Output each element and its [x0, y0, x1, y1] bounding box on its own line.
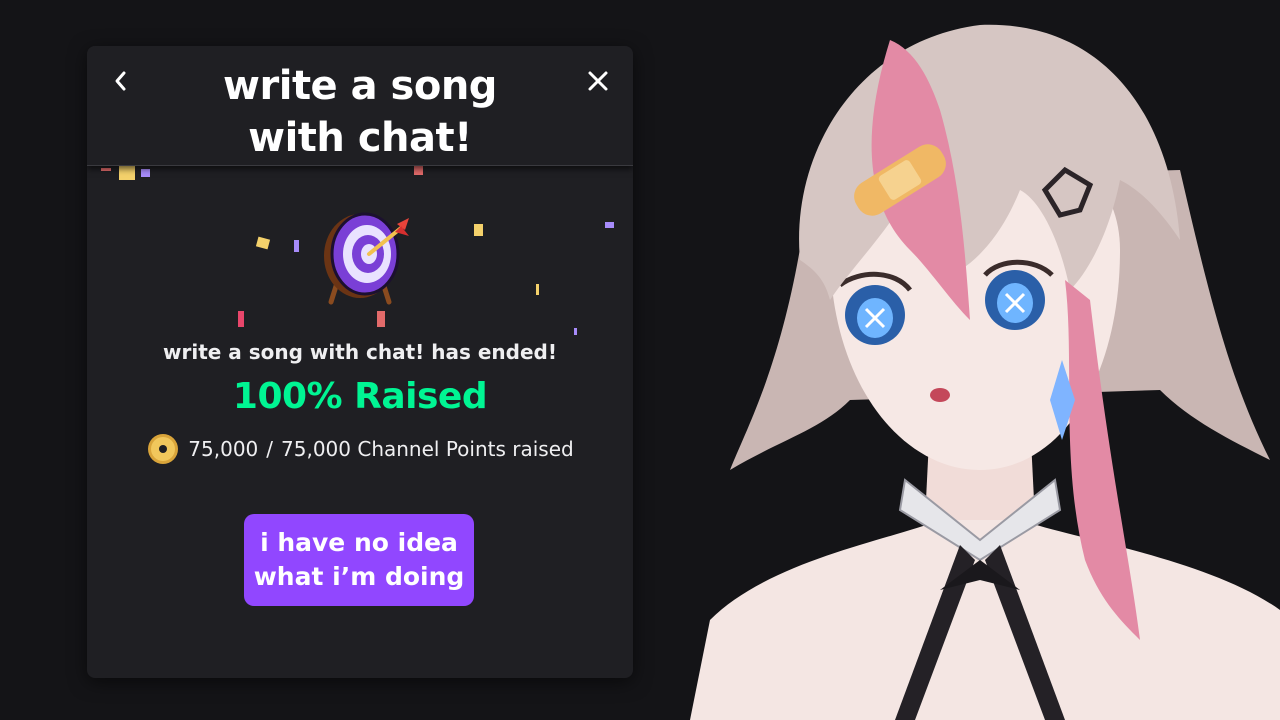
panel-title: write a song with chat! — [87, 60, 633, 164]
points-current: 75,000 — [188, 437, 259, 461]
close-button[interactable] — [583, 66, 613, 96]
channel-points-icon — [148, 434, 179, 464]
panel-header: write a song with chat! — [87, 46, 633, 166]
caption-sticker: i have no idea what i’m doing — [244, 514, 474, 606]
title-line-1: write a song — [223, 63, 497, 109]
points-summary: 75,000 / 75,000 Channel Points raised — [87, 432, 633, 466]
caption-line-2: what i’m doing — [253, 562, 465, 591]
caption-line-1: i have no idea — [260, 528, 458, 557]
points-separator: / — [266, 437, 274, 461]
title-line-2: with chat! — [248, 115, 472, 161]
close-icon — [588, 71, 608, 91]
points-total: 75,000 Channel Points raised — [281, 437, 574, 461]
vtuber-avatar — [690, 24, 1280, 720]
goal-panel: write a song with chat! write a song wit… — [87, 46, 633, 678]
target-icon — [324, 212, 409, 305]
goal-ended-text: write a song with chat! has ended! — [163, 340, 557, 364]
raised-percentage: 100% Raised — [232, 376, 488, 417]
